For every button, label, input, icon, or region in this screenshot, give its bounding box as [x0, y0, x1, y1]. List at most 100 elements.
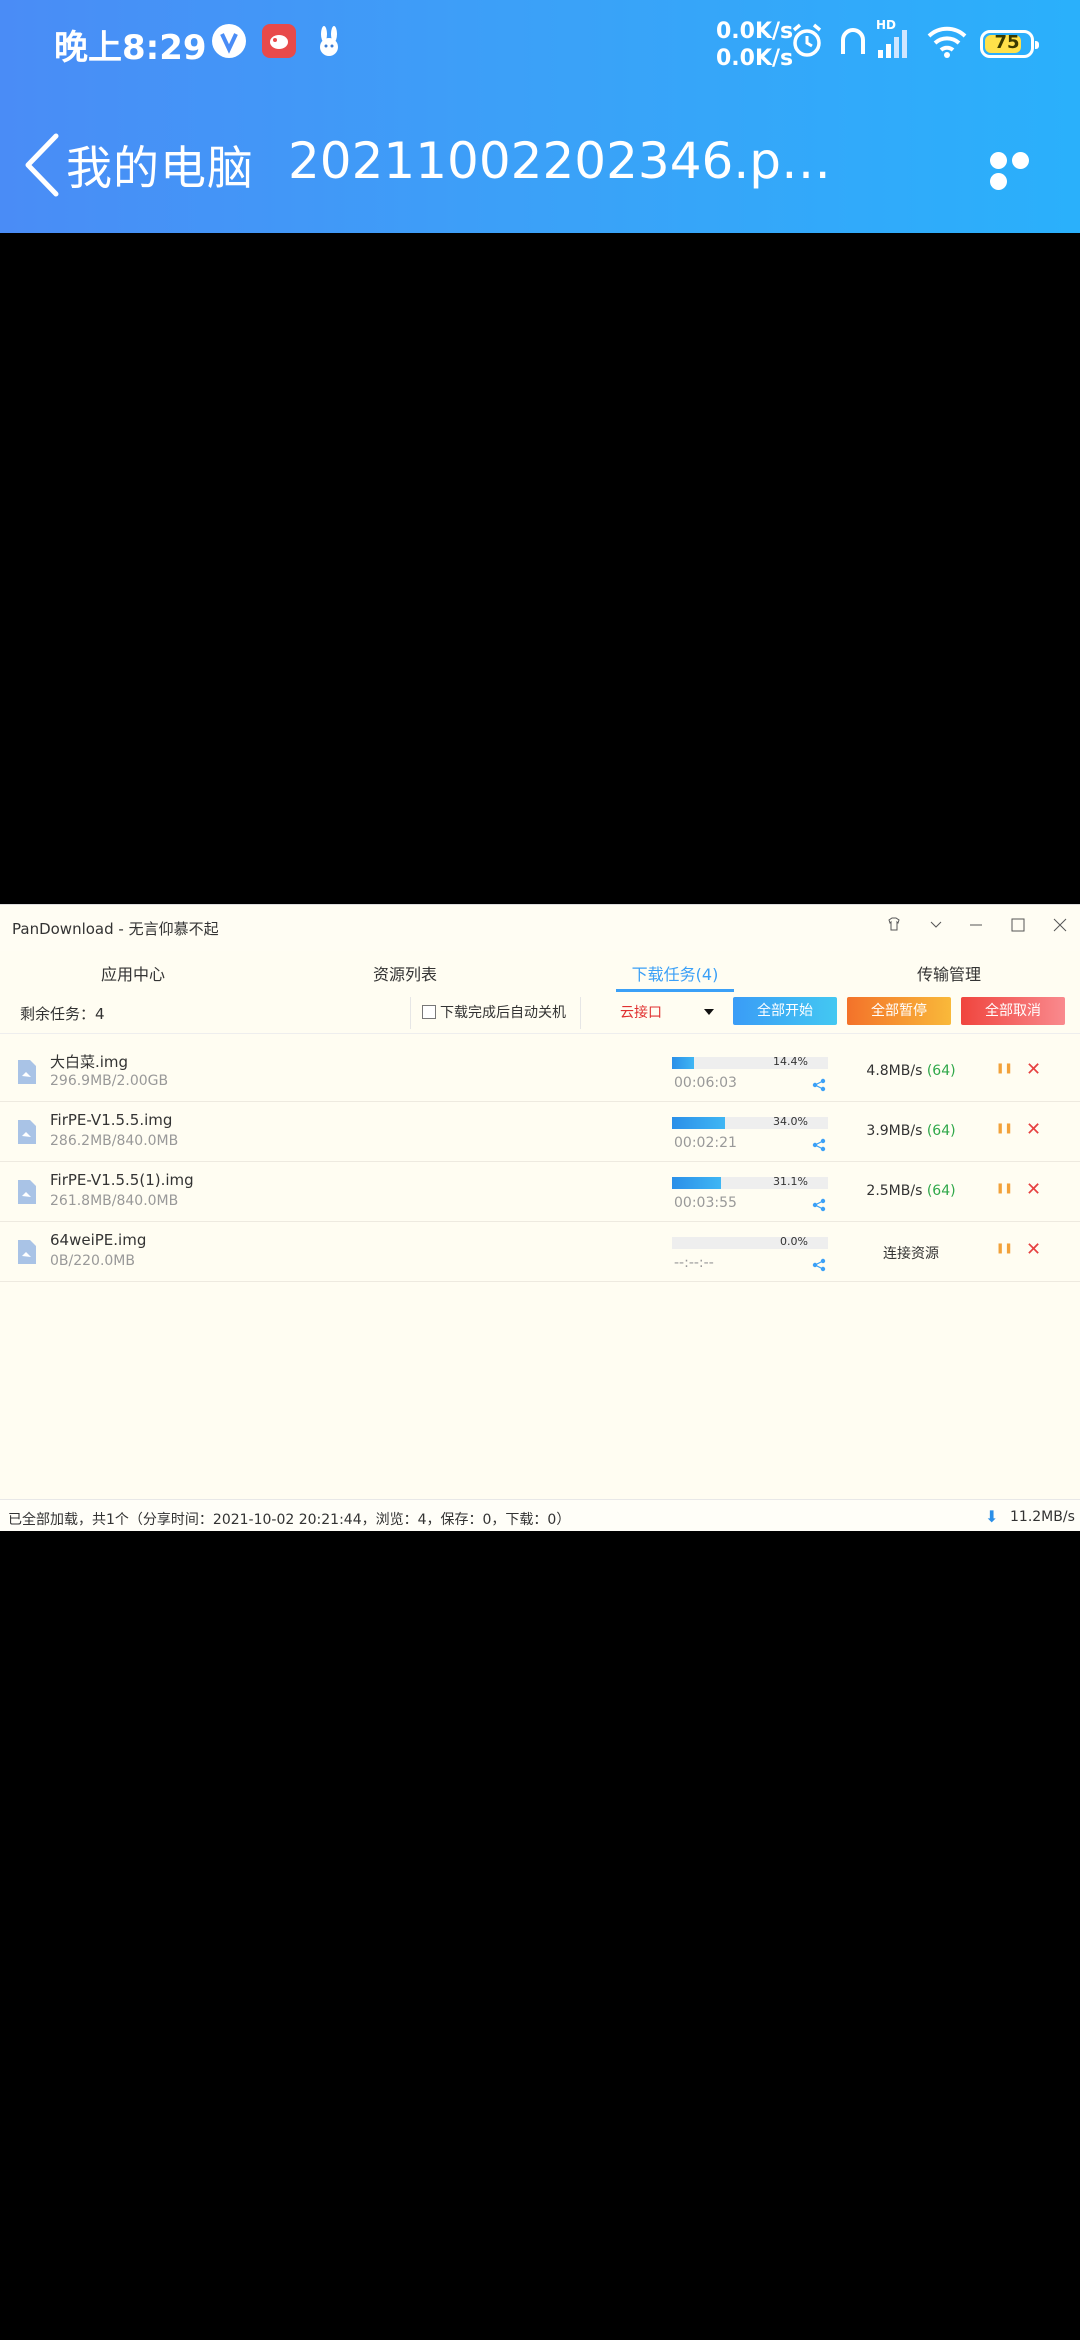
page-title: 20211002202346.p…	[288, 132, 831, 190]
task-speed: 连接资源	[852, 1243, 970, 1263]
interface-select[interactable]: 云接口	[620, 1002, 662, 1022]
task-toolbar: 剩余任务：4 下载完成后自动关机 云接口 全部开始 全部暂停 全部取消	[0, 993, 1080, 1034]
cancel-task-icon[interactable]: ✕	[1026, 1239, 1041, 1260]
tab-app-center[interactable]: 应用中心	[58, 961, 208, 985]
task-thread-count: (64)	[926, 1123, 956, 1139]
task-file-name: FirPE-V1.5.5.img	[50, 1111, 173, 1129]
task-row[interactable]: FirPE-V1.5.5(1).img 261.8MB/840.0MB 31.1% 0…	[0, 1161, 1080, 1222]
rabbit-app-icon	[312, 24, 346, 58]
task-speed: 3.9MB/s (64)	[852, 1123, 970, 1139]
share-icon[interactable]	[812, 1257, 826, 1272]
task-row[interactable]: FirPE-V1.5.5.img 286.2MB/840.0MB 34.0% 00:0…	[0, 1101, 1080, 1162]
task-progress-percent: 0.0%	[780, 1235, 808, 1248]
network-speed: 0.0K/s 0.0K/s	[716, 18, 793, 72]
file-icon	[16, 1119, 38, 1145]
pause-all-button[interactable]: 全部暂停	[847, 997, 951, 1025]
cancel-task-icon[interactable]: ✕	[1026, 1119, 1041, 1140]
task-thread-count: (64)	[926, 1183, 956, 1199]
task-row[interactable]: 大白菜.img 296.9MB/2.00GB 14.4% 00:06:03 4.8MB/…	[0, 1041, 1080, 1102]
task-speed: 4.8MB/s (64)	[852, 1063, 970, 1079]
headset-icon	[838, 22, 868, 64]
task-file-size: 296.9MB/2.00GB	[50, 1073, 169, 1089]
file-icon	[16, 1239, 38, 1265]
window-titlebar: PanDownload - 无言仰慕不起	[0, 905, 1080, 951]
more-dot-icon	[990, 173, 1007, 190]
status-summary: 已全部加载，共1个（分享时间：2021-10-02 20:21:44，浏览：4，…	[8, 1512, 571, 1528]
main-tabs: 应用中心 资源列表 下载任务(4) 传输管理	[0, 953, 1080, 992]
task-file-name: 大白菜.img	[50, 1053, 129, 1071]
task-time-remaining: 00:06:03	[674, 1075, 737, 1091]
task-file-size: 261.8MB/840.0MB	[50, 1193, 179, 1209]
pause-icon[interactable]: ❚❚	[996, 1063, 1013, 1074]
download-arrow-icon: ⬇	[985, 1507, 999, 1526]
more-options-button[interactable]	[990, 152, 1054, 190]
task-progress-percent: 14.4%	[773, 1055, 808, 1068]
back-label[interactable]: 我的电脑	[66, 132, 254, 198]
alarm-icon	[790, 22, 824, 64]
battery-tip	[1035, 41, 1039, 49]
maximize-icon[interactable]	[1006, 915, 1030, 939]
auto-shutdown-label[interactable]: 下载完成后自动关机	[440, 1002, 566, 1022]
window-status-bar: 已全部加载，共1个（分享时间：2021-10-02 20:21:44，浏览：4，…	[0, 1499, 1080, 1531]
cancel-all-button[interactable]: 全部取消	[961, 997, 1065, 1025]
close-icon[interactable]	[1048, 915, 1072, 939]
task-speed-value: 3.9MB/s	[866, 1123, 923, 1139]
auto-shutdown-checkbox[interactable]	[422, 1005, 436, 1019]
bird-app-icon	[262, 24, 296, 58]
task-speed-value: 4.8MB/s	[866, 1063, 923, 1079]
more-dot-icon	[1012, 152, 1029, 169]
active-tab-indicator	[616, 989, 734, 992]
toolbar-divider	[410, 997, 411, 1029]
remaining-tasks: 剩余任务：4	[20, 1005, 105, 1023]
more-dot-icon	[990, 152, 1007, 169]
app-header: 晚上8:29 0.0K/s 0.0K/s HD 75 我的电脑 20211002…	[0, 0, 1080, 233]
tab-resource-list[interactable]: 资源列表	[330, 961, 480, 985]
select-arrow-icon[interactable]	[704, 1009, 714, 1015]
task-speed: 2.5MB/s (64)	[852, 1183, 970, 1199]
task-file-name: 64weiPE.img	[50, 1231, 147, 1249]
task-progress-percent: 31.1%	[773, 1175, 808, 1188]
task-file-size: 0B/220.0MB	[50, 1253, 135, 1269]
window-title: PanDownload - 无言仰慕不起	[12, 920, 219, 938]
pause-icon[interactable]: ❚❚	[996, 1123, 1013, 1134]
task-progress-percent: 34.0%	[773, 1115, 808, 1128]
net-speed-up: 0.0K/s	[716, 19, 794, 44]
task-file-size: 286.2MB/840.0MB	[50, 1133, 179, 1149]
battery-icon: 75	[980, 30, 1039, 58]
task-row[interactable]: 64weiPE.img 0B/220.0MB 0.0% --:--:-- 连接资源 ❚❚…	[0, 1221, 1080, 1282]
total-speed: 11.2MB/s	[1010, 1509, 1075, 1525]
tab-transfer-management[interactable]: 传输管理	[874, 961, 1024, 985]
pause-icon[interactable]: ❚❚	[996, 1243, 1013, 1254]
tab-download-tasks[interactable]: 下载任务(4)	[600, 961, 750, 985]
share-icon[interactable]	[812, 1137, 826, 1152]
network-badge: HD	[876, 18, 897, 32]
cancel-task-icon[interactable]: ✕	[1026, 1179, 1041, 1200]
task-thread-count: (64)	[926, 1063, 956, 1079]
file-icon	[16, 1179, 38, 1205]
task-file-name: FirPE-V1.5.5(1).img	[50, 1171, 194, 1189]
minimize-icon[interactable]	[964, 915, 988, 939]
chevron-down-icon[interactable]	[924, 915, 948, 939]
status-time: 晚上8:29	[54, 28, 207, 68]
task-time-remaining: --:--:--	[674, 1255, 714, 1271]
v-app-icon	[212, 24, 246, 58]
start-all-button[interactable]: 全部开始	[733, 997, 837, 1025]
back-button[interactable]	[20, 130, 70, 200]
share-icon[interactable]	[812, 1197, 826, 1212]
share-icon[interactable]	[812, 1077, 826, 1092]
task-progress-fill	[672, 1057, 695, 1069]
file-icon	[16, 1059, 38, 1085]
wifi-icon	[926, 22, 968, 64]
task-speed-value: 2.5MB/s	[866, 1183, 923, 1199]
battery-level: 75	[994, 32, 1020, 53]
pandownload-window: PanDownload - 无言仰慕不起 应用中心 资源列表 下载任务(4) 传…	[0, 904, 1080, 1531]
signal-icon: HD	[876, 18, 912, 64]
task-speed-value: 连接资源	[883, 1246, 939, 1262]
cancel-task-icon[interactable]: ✕	[1026, 1059, 1041, 1080]
toolbar-divider	[580, 997, 581, 1029]
skin-icon[interactable]	[882, 915, 906, 939]
task-time-remaining: 00:03:55	[674, 1195, 737, 1211]
net-speed-down: 0.0K/s	[716, 46, 794, 71]
pause-icon[interactable]: ❚❚	[996, 1183, 1013, 1194]
task-time-remaining: 00:02:21	[674, 1135, 737, 1151]
